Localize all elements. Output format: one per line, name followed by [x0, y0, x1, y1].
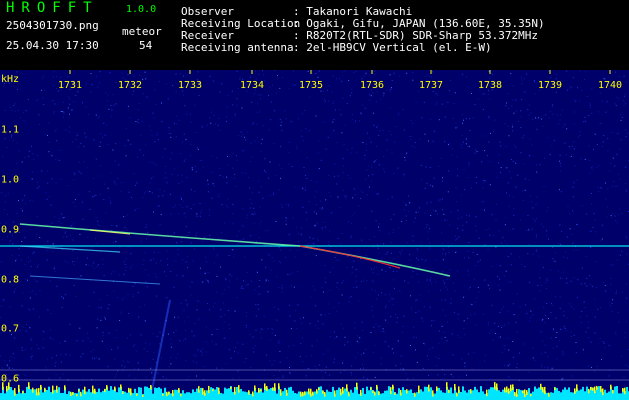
- file-datetime: 25.04.30 17:30: [6, 39, 99, 52]
- x-tick-label: 1738: [477, 80, 503, 91]
- y-tick-label: 1.1: [1, 124, 20, 136]
- mode-label: meteor: [122, 25, 162, 38]
- x-tick-label: 1736: [359, 80, 385, 91]
- y-tick-label: 0.8: [1, 274, 20, 286]
- x-tick-label: 1731: [57, 80, 83, 91]
- x-tick-label: 1740: [597, 80, 623, 91]
- app-logo: HROFFT: [6, 0, 99, 16]
- y-axis-unit: kHz: [1, 74, 20, 85]
- y-tick-label: 0.9: [1, 224, 20, 236]
- file-name: 2504301730.png: [6, 19, 99, 32]
- antenna-value: : 2el-HB9CV Vertical (el. E-W): [293, 41, 492, 54]
- app-version: 1.0.0: [126, 4, 157, 15]
- meteor-count: 54: [139, 39, 153, 52]
- x-tick-label: 1733: [177, 80, 203, 91]
- x-tick-label: 1739: [537, 80, 563, 91]
- x-tick-label: 1737: [418, 80, 444, 91]
- y-tick-label: 0.6: [1, 373, 20, 385]
- x-tick-label: 1734: [239, 80, 265, 91]
- noise-background: [0, 70, 629, 400]
- spectrogram-canvas: [0, 70, 629, 400]
- x-tick-label: 1732: [117, 80, 143, 91]
- y-tick-label: 1.0: [1, 174, 20, 186]
- spectrogram-area: [0, 70, 629, 400]
- x-tick-label: 1735: [298, 80, 324, 91]
- header-panel: HROFFT 1.0.0 2504301730.png 25.04.30 17:…: [0, 0, 629, 70]
- y-tick-label: 0.7: [1, 323, 20, 335]
- antenna-label: Receiving antenna: [181, 41, 294, 54]
